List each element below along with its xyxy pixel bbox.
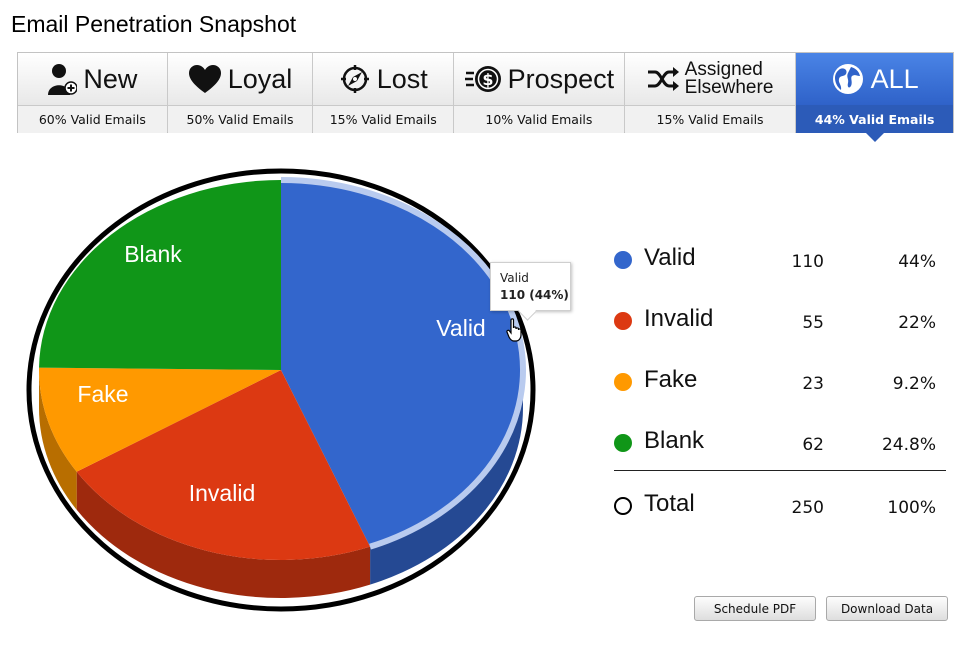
tab-loyal[interactable]: Loyal 50% Valid Emails bbox=[167, 53, 314, 133]
pie-slice-blank[interactable] bbox=[39, 179, 282, 370]
tab-lost-label: Lost bbox=[376, 63, 428, 94]
legend-label: Blank bbox=[644, 427, 705, 454]
segment-tabs: New 60% Valid Emails Loyal 50% Valid Ema… bbox=[17, 52, 954, 142]
tab-all-label: ALL bbox=[870, 63, 919, 94]
legend-count: 110 bbox=[791, 252, 824, 272]
tab-all[interactable]: ALL 44% Valid Emails bbox=[796, 53, 954, 142]
legend-count: 62 bbox=[802, 435, 824, 455]
tooltip-title: Valid bbox=[500, 271, 529, 285]
pie-label-valid: Valid bbox=[436, 315, 485, 341]
legend-label: Valid bbox=[644, 244, 696, 271]
tab-loyal-sublabel: 50% Valid Emails bbox=[167, 106, 313, 133]
legend-percent: 22% bbox=[898, 313, 936, 333]
tab-assigned-label-line2: Elsewhere bbox=[684, 77, 774, 98]
legend-dot-total bbox=[614, 497, 632, 515]
tab-lost-sublabel: 15% Valid Emails bbox=[313, 106, 454, 133]
tab-assigned-elsewhere[interactable]: Assigned Elsewhere 15% Valid Emails bbox=[624, 53, 797, 133]
shuffle-icon bbox=[647, 66, 679, 92]
pie-chart[interactable]: Valid Invalid Fake Blank bbox=[0, 140, 560, 620]
legend-label: Fake bbox=[644, 366, 698, 393]
tab-prospect[interactable]: $ Prospect 10% Valid Emails bbox=[454, 53, 625, 133]
download-data-button[interactable]: Download Data bbox=[826, 596, 948, 621]
legend-row-fake: Fake 23 9.2% bbox=[614, 364, 946, 425]
heart-icon bbox=[188, 64, 222, 94]
pie-label-invalid: Invalid bbox=[189, 480, 255, 506]
legend-dot-blank bbox=[614, 434, 632, 452]
add-user-icon bbox=[47, 62, 78, 96]
legend-dot-valid bbox=[614, 251, 632, 269]
svg-text:$: $ bbox=[482, 70, 493, 89]
tab-assigned-sublabel: 15% Valid Emails bbox=[624, 106, 796, 133]
legend-row-valid: Valid 110 44% bbox=[614, 242, 946, 303]
tab-new-sublabel: 60% Valid Emails bbox=[18, 106, 167, 133]
pie-label-fake: Fake bbox=[77, 381, 128, 407]
money-icon: $ bbox=[464, 64, 502, 94]
legend-total-count: 250 bbox=[791, 498, 824, 518]
legend-row-total: Total 250 100% bbox=[614, 488, 946, 549]
legend-divider bbox=[614, 470, 946, 471]
page-title: Email Penetration Snapshot bbox=[11, 11, 297, 37]
legend-total-label: Total bbox=[644, 490, 695, 517]
tab-new[interactable]: New 60% Valid Emails bbox=[18, 53, 168, 133]
legend-row-invalid: Invalid 55 22% bbox=[614, 303, 946, 364]
schedule-pdf-button[interactable]: Schedule PDF bbox=[694, 596, 816, 621]
chart-tooltip: Valid 110 (44%) bbox=[490, 262, 571, 311]
globe-icon bbox=[831, 62, 865, 96]
legend-count: 55 bbox=[802, 313, 824, 333]
pie-label-blank: Blank bbox=[124, 241, 182, 267]
legend-row-blank: Blank 62 24.8% bbox=[614, 425, 946, 486]
tooltip-value: 110 (44%) bbox=[500, 288, 569, 302]
tab-all-sublabel: 44% Valid Emails bbox=[796, 106, 954, 133]
chart-legend: Valid 110 44% Invalid 55 22% Fake 23 9.2… bbox=[614, 242, 946, 518]
legend-dot-fake bbox=[614, 373, 632, 391]
legend-percent: 9.2% bbox=[892, 374, 936, 394]
legend-dot-invalid bbox=[614, 312, 632, 330]
compass-icon bbox=[339, 63, 371, 95]
legend-label: Invalid bbox=[644, 305, 714, 332]
tab-prospect-label: Prospect bbox=[507, 63, 615, 94]
tab-loyal-label: Loyal bbox=[227, 63, 293, 94]
legend-percent: 44% bbox=[898, 252, 936, 272]
legend-total-percent: 100% bbox=[887, 498, 936, 518]
legend-percent: 24.8% bbox=[881, 435, 936, 455]
legend-count: 23 bbox=[802, 374, 824, 394]
tab-prospect-sublabel: 10% Valid Emails bbox=[454, 106, 624, 133]
hand-cursor-icon bbox=[506, 318, 522, 342]
tab-new-label: New bbox=[83, 63, 138, 94]
tab-lost[interactable]: Lost 15% Valid Emails bbox=[313, 53, 455, 133]
